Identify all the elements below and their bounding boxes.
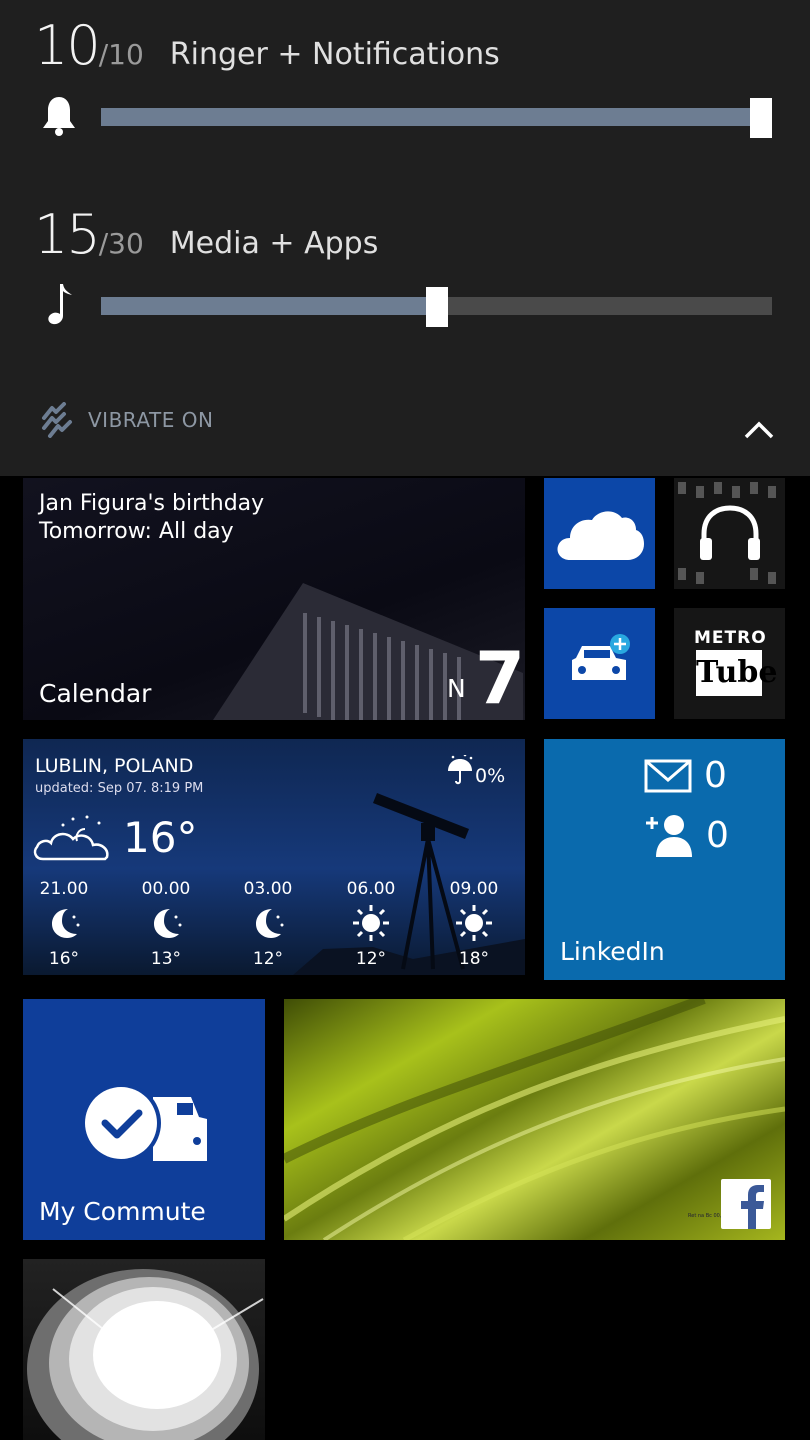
metrotube-logo-box: Tube <box>696 650 777 696</box>
music-note-icon[interactable] <box>38 282 80 326</box>
facebook-icon <box>721 1179 771 1229</box>
commute-icon <box>81 1083 207 1163</box>
sun-icon <box>439 903 509 947</box>
hourly-forecast-time: 06.00 <box>346 879 396 899</box>
hourly-forecast-temp: 13° <box>150 949 182 969</box>
hourly-forecast-item: 09.00 18° <box>439 879 509 969</box>
mail-icon <box>644 759 692 792</box>
my-commute-label: My Commute <box>39 1197 206 1226</box>
calendar-tile[interactable]: Jan Figura's birthday Tomorrow: All day … <box>23 478 525 720</box>
hourly-forecast-time: 21.00 <box>39 879 89 899</box>
hourly-forecast-item: 03.00 12° <box>233 879 303 969</box>
grass-streaks-image <box>284 999 785 1240</box>
hourly-forecast-time: 03.00 <box>243 879 293 899</box>
calendar-label: Calendar <box>39 679 152 708</box>
umbrella-rain-icon <box>448 755 473 785</box>
weather-updated: updated: Sep 07. 8:19 PM <box>35 781 204 796</box>
calendar-day: 7 <box>475 636 525 720</box>
media-volume-value: 15 <box>34 203 101 266</box>
linkedin-messages-count: 0 <box>704 755 727 796</box>
ringer-volume-slider[interactable] <box>101 98 772 138</box>
volume-panel: 10 /10 Ringer + Notifications 15 /30 Med… <box>0 0 810 476</box>
ringer-volume-title: 10 /10 Ringer + Notifications <box>34 14 500 77</box>
linkedin-invitations-count: 0 <box>706 814 729 856</box>
hourly-forecast-item: 21.00 16° <box>29 879 99 969</box>
music-tile[interactable] <box>674 478 785 589</box>
facebook-tile[interactable]: Ret na Bc 00, P <box>284 999 785 1240</box>
car-app-tile[interactable] <box>544 608 655 719</box>
ringer-volume-thumb[interactable] <box>750 98 772 138</box>
hourly-forecast-temp: 12° <box>355 949 387 969</box>
weather-rain-chance: 0% <box>475 765 506 787</box>
weather-current-temp: 16° <box>123 813 198 862</box>
partly-cloudy-night-icon <box>33 815 109 861</box>
hourly-forecast-item: 00.00 13° <box>131 879 201 969</box>
media-volume-max: /30 <box>98 227 144 260</box>
sun-icon <box>336 903 406 947</box>
ringer-volume-max: /10 <box>98 38 144 71</box>
media-volume-title: 15 /30 Media + Apps <box>34 203 378 266</box>
onedrive-tile[interactable] <box>544 478 655 589</box>
linkedin-tile[interactable]: 0 0 LinkedIn <box>544 739 785 980</box>
my-commute-tile[interactable]: My Commute <box>23 999 265 1240</box>
media-volume-slider[interactable] <box>101 287 772 327</box>
metrotube-tile[interactable]: METRO Tube <box>674 608 785 719</box>
vibrate-toggle[interactable]: VIBRATE ON <box>40 402 213 438</box>
calendar-event: Jan Figura's birthday Tomorrow: All day <box>39 490 264 546</box>
ringer-volume-fill <box>101 108 761 126</box>
chevron-up-icon[interactable] <box>738 410 780 446</box>
flashlight-icon <box>27 1269 264 1440</box>
headphones-icon <box>678 482 776 584</box>
moon-icon <box>233 903 303 947</box>
hourly-forecast-temp: 18° <box>458 949 490 969</box>
moon-icon <box>131 903 201 947</box>
vibrate-icon <box>42 402 72 438</box>
metrotube-logo-top: METRO <box>694 628 767 648</box>
add-person-icon <box>646 815 692 857</box>
linkedin-messages: 0 <box>644 755 727 796</box>
flashlight-tile[interactable] <box>23 1259 265 1440</box>
calendar-weekday: N <box>447 674 466 703</box>
hourly-forecast-time: 00.00 <box>141 879 191 899</box>
moon-icon <box>29 903 99 947</box>
facebook-f-glyph <box>741 1185 764 1229</box>
media-volume-fill <box>101 297 437 315</box>
hourly-forecast-temp: 12° <box>252 949 284 969</box>
ringer-volume-value: 10 <box>34 14 101 77</box>
hourly-forecast-item: 06.00 12° <box>336 879 406 969</box>
ringer-volume-label: Ringer + Notifications <box>169 37 500 72</box>
bell-icon[interactable] <box>38 94 80 138</box>
car-plus-icon <box>572 634 630 680</box>
vibrate-label: VIBRATE ON <box>88 408 214 432</box>
cloud-icon <box>557 511 644 560</box>
media-volume-label: Media + Apps <box>169 226 379 261</box>
hourly-forecast-time: 09.00 <box>449 879 499 899</box>
building-image <box>213 583 523 720</box>
linkedin-invitations: 0 <box>644 813 729 857</box>
linkedin-label: LinkedIn <box>560 937 665 966</box>
calendar-event-title: Jan Figura's birthday <box>39 491 265 516</box>
weather-tile[interactable]: LUBLIN, POLAND updated: Sep 07. 8:19 PM … <box>23 739 525 975</box>
weather-city: LUBLIN, POLAND <box>35 755 194 777</box>
hourly-forecast-temp: 16° <box>48 949 80 969</box>
media-volume-thumb[interactable] <box>426 287 448 327</box>
calendar-event-time: Tomorrow: All day <box>39 519 234 544</box>
